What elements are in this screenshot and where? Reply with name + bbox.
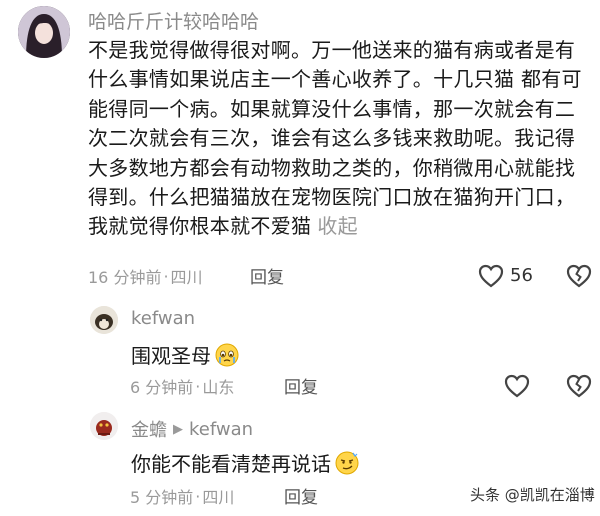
reply-body: 你能不能看清楚再说话 [131, 452, 331, 476]
reply-location: 四川 [202, 488, 235, 507]
reply-time: 5 分钟前 [130, 488, 194, 507]
teary-face-emoji [215, 343, 239, 367]
avatar-image [90, 412, 118, 440]
triangle-right-icon: ▶ [173, 421, 183, 437]
reply-username-line: 金蟾 ▶ kefwan [131, 416, 253, 442]
broken-heart-icon[interactable] [566, 374, 592, 398]
comment-text: 不是我觉得做得很对啊。万一他送来的猫有病或者是有什么事情如果说店主一个善心收养了… [88, 36, 588, 242]
reply-avatar[interactable] [90, 412, 118, 440]
like-count: 56 [510, 265, 533, 286]
meta-separator: · [163, 266, 169, 286]
reply-location: 山东 [202, 378, 235, 397]
reply-meta: 6 分钟前 · 山东 [130, 374, 234, 398]
collapse-link[interactable]: 收起 [317, 214, 358, 238]
reply-time: 6 分钟前 [130, 378, 194, 397]
reply-text: 围观圣母 [131, 340, 239, 369]
reply-button[interactable]: 回复 [250, 263, 284, 288]
meta-separator: · [195, 486, 201, 506]
reply-button[interactable]: 回复 [284, 373, 318, 398]
reply-meta: 5 分钟前 · 四川 [130, 484, 234, 508]
reply-username[interactable]: kefwan [131, 308, 195, 329]
reply-body: 围观圣母 [131, 344, 211, 368]
heart-outline-icon[interactable] [504, 374, 530, 398]
comment-body: 不是我觉得做得很对啊。万一他送来的猫有病或者是有什么事情如果说店主一个善心收养了… [88, 38, 582, 239]
reply-to-username[interactable]: kefwan [189, 419, 253, 440]
comment-meta: 16 分钟前 · 四川 [88, 264, 203, 288]
reply-button[interactable]: 回复 [284, 483, 318, 508]
broken-heart-icon[interactable] [566, 264, 592, 288]
watermark: 头条 @凯凯在淄博 [470, 486, 595, 504]
reply-username[interactable]: 金蟾 [131, 416, 167, 442]
smirk-face-emoji [335, 451, 359, 475]
heart-outline-icon[interactable] [478, 264, 504, 288]
username[interactable]: 哈哈斤斤计较哈哈哈 [88, 7, 259, 34]
reply-text: 你能不能看清楚再说话 [131, 448, 359, 477]
avatar-image [90, 306, 118, 334]
meta-separator: · [195, 376, 201, 396]
comment-time: 16 分钟前 [88, 268, 162, 287]
reply-avatar[interactable] [90, 306, 118, 334]
avatar[interactable] [18, 6, 70, 58]
comment-location: 四川 [170, 268, 203, 287]
avatar-image [18, 6, 70, 58]
